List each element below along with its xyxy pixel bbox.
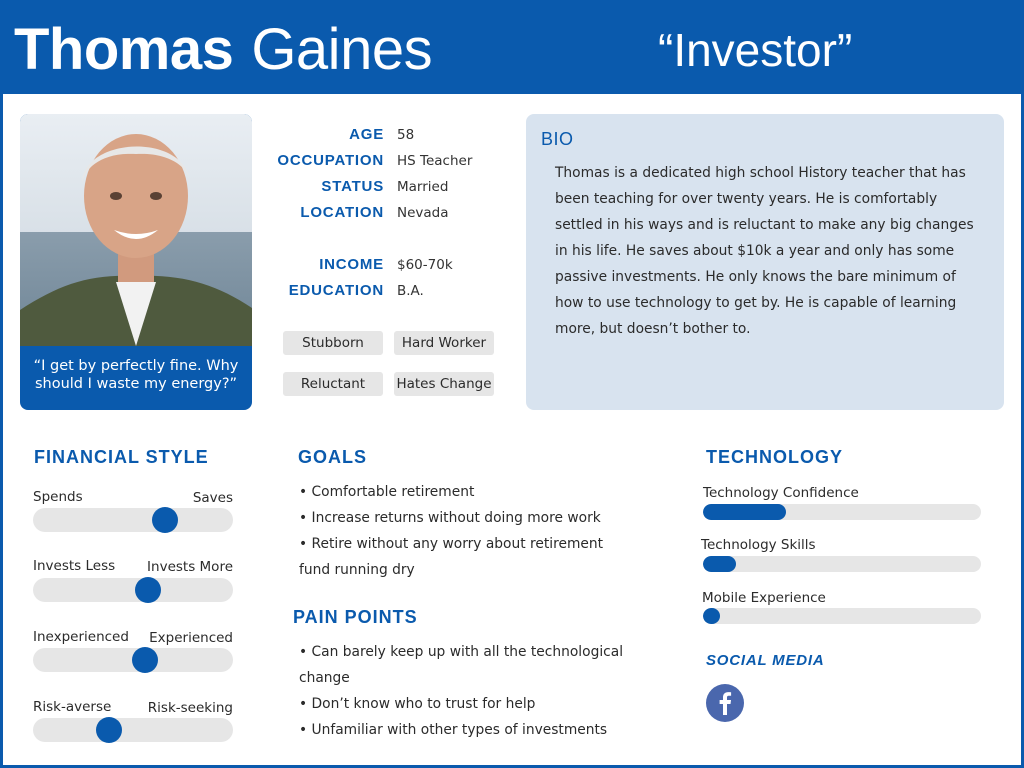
experience-slider [33, 647, 233, 673]
portrait-photo [20, 114, 252, 346]
fact-label: AGE [349, 126, 384, 143]
tech-bar-label: Technology Confidence [703, 485, 859, 501]
bar-fill [703, 504, 787, 520]
financial-style-title: FINANCIAL STYLE [34, 447, 209, 467]
persona-name: Thomas Gaines [14, 14, 433, 85]
fact-label: LOCATION [300, 204, 384, 221]
persona-quote: “I get by perfectly fine. Why should I w… [33, 358, 239, 392]
social-media-title: SOCIAL MEDIA [706, 652, 825, 669]
fact-value: 58 [397, 127, 415, 143]
pain-points-list: • Can barely keep up with all the techno… [299, 639, 644, 743]
slider-left-label: Invests Less [33, 558, 116, 574]
pain-point-item: • Unfamiliar with other types of investm… [299, 722, 608, 738]
technology-skills-bar [703, 556, 981, 572]
technology-title: TECHNOLOGY [706, 447, 844, 467]
slider-right-label: Risk-seeking [147, 700, 233, 716]
invests-slider [33, 577, 233, 603]
fact-value: Nevada [397, 205, 449, 221]
fact-status: STATUS Married [270, 178, 530, 198]
mobile-experience-bar [703, 608, 981, 624]
bar-fill [703, 608, 720, 624]
goal-item: • Retire without any worry about retirem… [299, 536, 604, 578]
fact-age: AGE 58 [270, 126, 530, 146]
spends-saves-slider [33, 507, 233, 533]
trait-tag: Stubborn [283, 331, 383, 355]
persona-type: “Investor” [658, 24, 853, 76]
slider-knob [135, 577, 161, 603]
fact-label: STATUS [321, 178, 384, 195]
facebook-icon[interactable] [706, 684, 744, 722]
trait-tag: Reluctant [283, 372, 383, 396]
fact-value: B.A. [397, 283, 424, 299]
bar-fill [703, 556, 737, 572]
pain-point-item: • Can barely keep up with all the techno… [299, 644, 624, 686]
fact-value: Married [397, 179, 449, 195]
goals-list: • Comfortable retirement • Increase retu… [299, 479, 619, 583]
fact-education: EDUCATION B.A. [270, 282, 530, 302]
technology-confidence-bar [703, 504, 981, 520]
fact-label: EDUCATION [288, 282, 384, 299]
tech-bar-label: Mobile Experience [702, 590, 826, 606]
fact-value: HS Teacher [397, 153, 473, 169]
slider-left-label: Spends [33, 489, 83, 505]
goal-item: • Comfortable retirement [299, 484, 475, 500]
pain-points-title: PAIN POINTS [293, 607, 418, 627]
trait-tag: Hard Worker [394, 331, 494, 355]
slider-right-label: Invests More [147, 559, 233, 575]
photo-card: “I get by perfectly fine. Why should I w… [20, 114, 252, 410]
slider-knob [132, 647, 158, 673]
first-name: Thomas [14, 17, 234, 82]
slider-left-label: Risk-averse [33, 699, 112, 715]
slider-right-label: Saves [192, 490, 233, 506]
slider-right-label: Experienced [149, 630, 233, 646]
slider-knob [96, 717, 122, 743]
fact-label: OCCUPATION [277, 152, 384, 169]
fact-income: INCOME $60-70k [270, 256, 530, 276]
last-name: Gaines [251, 17, 433, 82]
bio-text: Thomas is a dedicated high school Histor… [555, 165, 974, 337]
risk-slider [33, 717, 233, 743]
goal-item: • Increase returns without doing more wo… [299, 510, 601, 526]
bio-title: BIO [541, 129, 574, 149]
header-banner: Thomas Gaines “Investor” [0, 0, 1024, 94]
slider-knob [152, 507, 178, 533]
goals-title: GOALS [298, 447, 368, 467]
facebook-glyph [719, 692, 732, 715]
trait-tag: Hates Change [394, 372, 494, 396]
fact-location: LOCATION Nevada [270, 204, 530, 224]
slider-left-label: Inexperienced [33, 629, 129, 645]
tech-bar-label: Technology Skills [701, 537, 816, 553]
pain-point-item: • Don’t know who to trust for help [299, 696, 536, 712]
bio-panel: BIO Thomas is a dedicated high school Hi… [526, 114, 1004, 410]
fact-occupation: OCCUPATION HS Teacher [270, 152, 530, 172]
fact-value: $60-70k [397, 257, 453, 273]
fact-label: INCOME [319, 256, 384, 273]
